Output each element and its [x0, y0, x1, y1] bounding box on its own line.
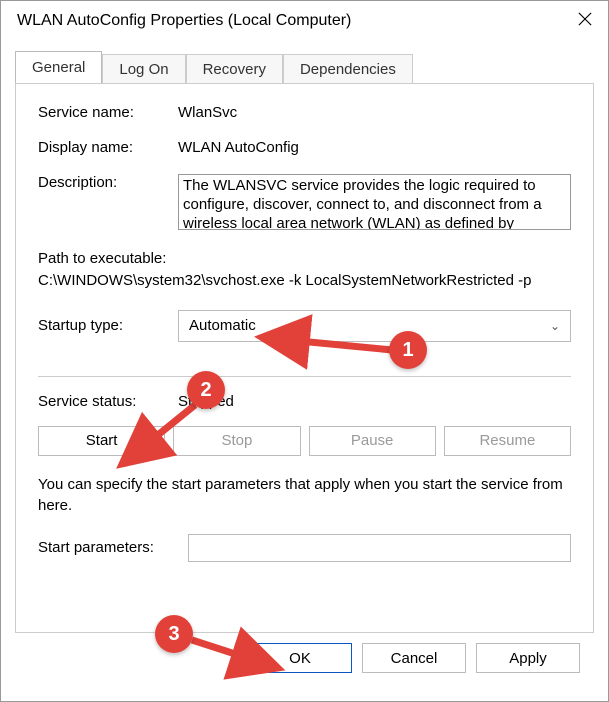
dialog-content: General Log On Recovery Dependencies Ser…	[1, 41, 608, 701]
start-params-note: You can specify the start parameters tha…	[38, 474, 571, 516]
path-label: Path to executable:	[38, 248, 571, 270]
service-status-value: Stopped	[178, 393, 234, 410]
tab-panel-general: Service name: WlanSvc Display name: WLAN…	[15, 83, 594, 633]
stop-button: Stop	[173, 426, 300, 456]
service-name-value: WlanSvc	[178, 104, 237, 121]
display-name-label: Display name:	[38, 139, 178, 156]
ok-button[interactable]: OK	[248, 643, 352, 673]
dialog-footer: OK Cancel Apply	[15, 633, 594, 687]
service-name-label: Service name:	[38, 104, 178, 121]
start-parameters-label: Start parameters:	[38, 539, 178, 556]
startup-type-select[interactable]: Automatic ⌄	[178, 310, 571, 342]
apply-button[interactable]: Apply	[476, 643, 580, 673]
start-parameters-input[interactable]	[188, 534, 571, 562]
close-button[interactable]	[562, 1, 608, 41]
titlebar: WLAN AutoConfig Properties (Local Comput…	[1, 1, 608, 41]
cancel-button[interactable]: Cancel	[362, 643, 466, 673]
start-button[interactable]: Start	[38, 426, 165, 456]
service-control-buttons: Start Stop Pause Resume	[38, 426, 571, 456]
description-text: The WLANSVC service provides the logic r…	[183, 177, 542, 230]
separator	[38, 376, 571, 377]
path-value: C:\WINDOWS\system32\svchost.exe -k Local…	[38, 270, 571, 292]
startup-type-value: Automatic	[189, 317, 256, 334]
tab-recovery[interactable]: Recovery	[186, 54, 283, 84]
description-label: Description:	[38, 174, 178, 191]
pause-button: Pause	[309, 426, 436, 456]
resume-button: Resume	[444, 426, 571, 456]
tab-general[interactable]: General	[15, 51, 102, 83]
description-textbox[interactable]: The WLANSVC service provides the logic r…	[178, 174, 571, 230]
display-name-value: WLAN AutoConfig	[178, 139, 299, 156]
chevron-down-icon: ⌄	[550, 319, 560, 333]
startup-type-label: Startup type:	[38, 317, 178, 334]
tab-dependencies[interactable]: Dependencies	[283, 54, 413, 84]
tab-logon[interactable]: Log On	[102, 54, 185, 84]
window-title: WLAN AutoConfig Properties (Local Comput…	[17, 12, 351, 30]
tab-row: General Log On Recovery Dependencies	[15, 49, 594, 83]
service-status-label: Service status:	[38, 393, 178, 410]
close-icon	[578, 12, 592, 31]
properties-dialog: WLAN AutoConfig Properties (Local Comput…	[0, 0, 609, 702]
